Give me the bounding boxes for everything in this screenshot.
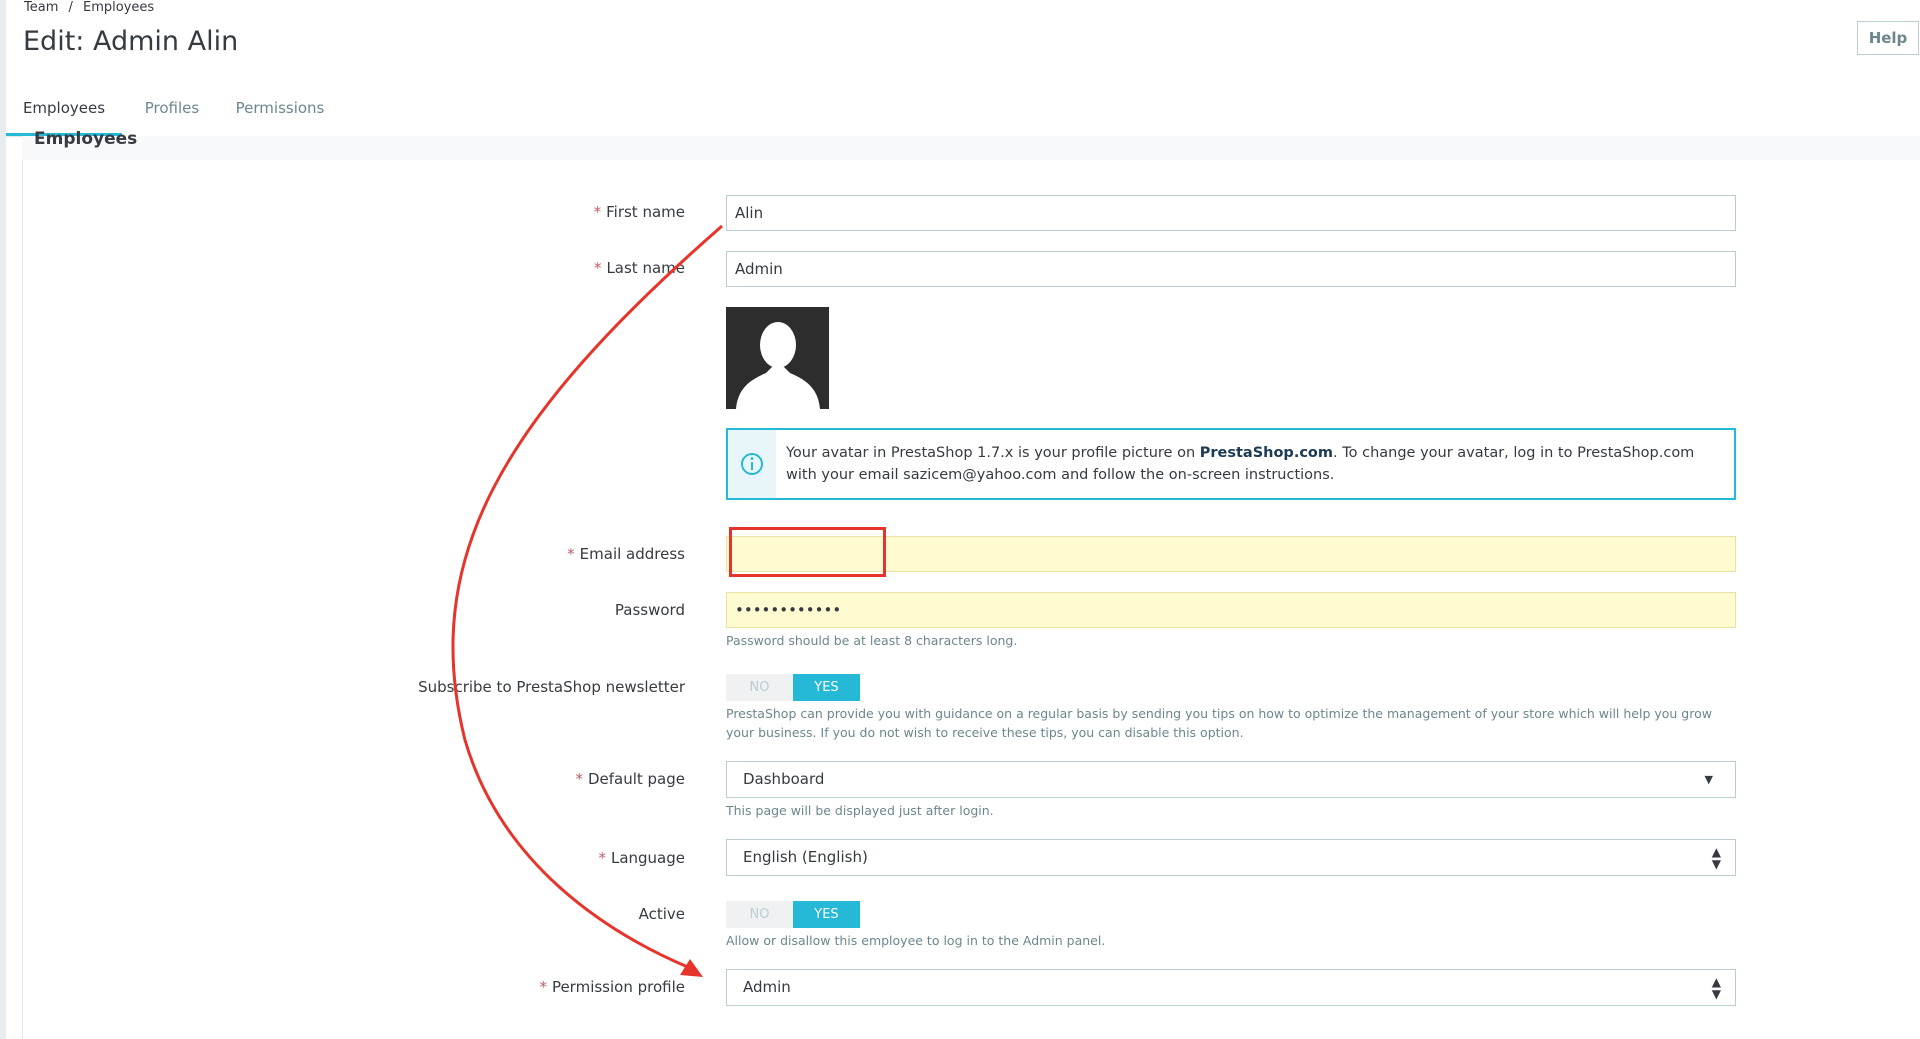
required-marker: * — [575, 770, 583, 788]
permission-profile-value: Admin — [743, 978, 791, 996]
language-label: * Language — [598, 849, 685, 867]
info-icon — [741, 453, 763, 475]
avatar-info-text: Your avatar in PrestaShop 1.7.x is your … — [786, 445, 1695, 483]
page-title: Edit: Admin Alin — [23, 26, 239, 57]
tab-employees[interactable]: Employees — [6, 80, 122, 136]
required-marker: * — [539, 978, 547, 996]
breadcrumb-item-team[interactable]: Team — [24, 0, 58, 15]
required-marker: * — [593, 203, 602, 221]
page-header: Team / Employees Edit: Admin Alin Help — [6, 0, 1920, 81]
panel-heading: Employees — [34, 129, 138, 149]
breadcrumb: Team / Employees — [24, 0, 154, 15]
page-left-rail — [0, 0, 6, 1039]
newsletter-help: PrestaShop can provide you with guidance… — [726, 706, 1712, 740]
breadcrumb-item-employees[interactable]: Employees — [83, 0, 154, 15]
required-marker: * — [598, 849, 606, 867]
info-icon-column — [728, 430, 776, 498]
sort-arrows-icon: ▲ ▼ — [1711, 974, 1721, 1001]
last-name-label: * Last name — [593, 259, 685, 277]
email-label: * Email address — [567, 545, 685, 563]
last-name-input[interactable] — [726, 251, 1736, 287]
breadcrumb-separator: / — [68, 0, 73, 15]
panel-heading-bar — [22, 136, 1920, 161]
active-help: Allow or disallow this employee to log i… — [726, 933, 1106, 948]
language-value: English (English) — [743, 848, 868, 866]
tab-permissions[interactable]: Permissions — [230, 80, 330, 136]
default-page-select[interactable]: Dashboard ▼ — [726, 761, 1736, 798]
active-label: Active — [638, 905, 685, 923]
tab-profiles[interactable]: Profiles — [132, 80, 212, 136]
user-silhouette-icon — [726, 307, 829, 409]
avatar-info-alert: Your avatar in PrestaShop 1.7.x is your … — [726, 428, 1736, 500]
first-name-label: * First name — [593, 203, 685, 221]
newsletter-no-option[interactable]: NO — [726, 674, 793, 701]
password-label: Password — [614, 601, 685, 619]
chevron-down-icon: ▼ — [1704, 773, 1713, 786]
language-select[interactable]: English (English) ▲ ▼ — [726, 839, 1736, 876]
required-marker: * — [567, 545, 575, 563]
newsletter-yes-option[interactable]: YES — [793, 674, 860, 701]
avatar — [726, 307, 829, 409]
password-field[interactable] — [726, 592, 1736, 628]
permission-profile-select[interactable]: Admin ▲ ▼ — [726, 969, 1736, 1006]
required-marker: * — [593, 259, 602, 277]
permission-profile-label: * Permission profile — [539, 978, 685, 996]
sort-arrows-icon: ▲ ▼ — [1711, 844, 1721, 871]
default-page-value: Dashboard — [743, 770, 825, 788]
prestashop-link[interactable]: PrestaShop.com — [1200, 445, 1333, 461]
active-no-option[interactable]: NO — [726, 901, 793, 928]
tab-bar: Employees Profiles Permissions — [6, 80, 1920, 137]
default-page-label: * Default page — [575, 770, 685, 788]
active-switch[interactable]: NO YES — [726, 901, 860, 928]
password-help: Password should be at least 8 characters… — [726, 633, 1018, 648]
default-page-help: This page will be displayed just after l… — [726, 803, 994, 818]
first-name-input[interactable] — [726, 195, 1736, 231]
newsletter-switch[interactable]: NO YES — [726, 674, 860, 701]
annotation-highlight-box — [729, 527, 886, 577]
newsletter-label: Subscribe to PrestaShop newsletter — [418, 678, 685, 696]
active-yes-option[interactable]: YES — [793, 901, 860, 928]
help-button[interactable]: Help — [1857, 21, 1919, 55]
